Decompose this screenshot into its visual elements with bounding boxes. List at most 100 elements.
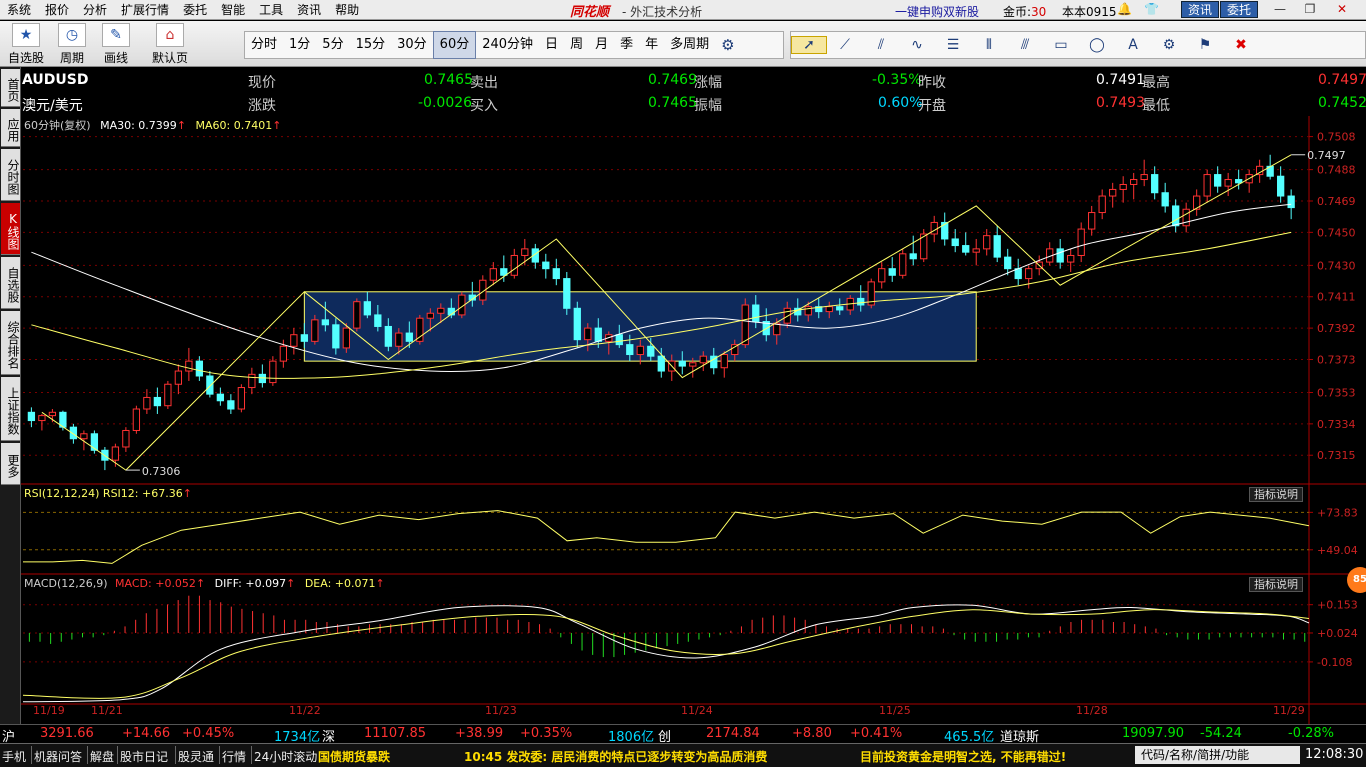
- candle-body: [1172, 205, 1180, 227]
- period-7[interactable]: 日: [539, 32, 564, 58]
- fib-icon[interactable]: ☰: [935, 37, 971, 53]
- candle-body: [321, 319, 329, 326]
- dj-value: 19097.90: [1122, 726, 1185, 741]
- news-button[interactable]: 资讯: [1181, 1, 1220, 18]
- delete-icon[interactable]: ✖: [1223, 37, 1259, 53]
- period-2[interactable]: 5分: [316, 32, 349, 58]
- headline-3[interactable]: 目前投资黄金是明智之选, 不能再错过!: [860, 748, 1066, 765]
- status-item-6[interactable]: 24小时滚动: [254, 748, 317, 765]
- trade-button[interactable]: 委托: [1220, 1, 1259, 18]
- candle-body: [227, 400, 235, 410]
- y-tick-label: 0.7508: [1317, 131, 1356, 144]
- close-icon[interactable]: ✕: [1330, 1, 1354, 18]
- menu-item-2[interactable]: 分析: [76, 1, 114, 18]
- ellipse-icon[interactable]: ◯: [1079, 37, 1115, 53]
- status-item-1[interactable]: 机器问答: [34, 748, 82, 765]
- bars-icon[interactable]: ⦀: [971, 37, 1007, 53]
- app-title: - 外汇技术分析: [622, 5, 703, 19]
- draw-tool[interactable]: ✎ 画线: [102, 23, 130, 66]
- menu-item-3[interactable]: 扩展行情: [114, 1, 176, 18]
- menu-item-5[interactable]: 智能: [214, 1, 252, 18]
- period-4[interactable]: 30分: [391, 32, 433, 58]
- period-9[interactable]: 月: [589, 32, 614, 58]
- status-item-0[interactable]: 手机: [2, 748, 26, 765]
- period-8[interactable]: 周: [564, 32, 589, 58]
- value-prev-close: 0.7491: [1096, 72, 1145, 88]
- period-6[interactable]: 240分钟: [476, 32, 539, 58]
- sidetab-6[interactable]: 上证指数: [1, 377, 20, 441]
- marker-icon[interactable]: ⚑: [1187, 37, 1223, 53]
- value-change-pct: -0.35%: [872, 72, 922, 88]
- status-item-5[interactable]: 行情: [222, 748, 246, 765]
- macd-explain-button[interactable]: 指标说明: [1249, 577, 1303, 592]
- wave-icon[interactable]: ∿: [899, 37, 935, 53]
- candle-body: [836, 306, 844, 311]
- y-tick-label: 0.7353: [1317, 387, 1356, 400]
- sidetab-3[interactable]: K线图: [1, 203, 20, 255]
- candle-body: [552, 268, 560, 280]
- menu-item-6[interactable]: 工具: [252, 1, 290, 18]
- period-1[interactable]: 1分: [283, 32, 316, 58]
- period-0[interactable]: 分时: [245, 32, 283, 58]
- default-page-tool[interactable]: ⌂ 默认页: [152, 23, 188, 66]
- bell-icon[interactable]: 🔔: [1117, 2, 1132, 16]
- headline-1[interactable]: 国债期货暴跌: [318, 748, 390, 765]
- period-10[interactable]: 季: [614, 32, 639, 58]
- toolbar: ★ 自选股 ◷ 周期 ✎ 画线 ⌂ 默认页 分时 1分 5分 15分 30分 60分 240…: [0, 21, 1366, 67]
- rsi-explain-button[interactable]: 指标说明: [1249, 487, 1303, 502]
- menu-item-8[interactable]: 帮助: [328, 1, 366, 18]
- sidetab-1[interactable]: 应用: [1, 109, 20, 147]
- sidetab-0[interactable]: 首页: [1, 69, 20, 107]
- sidetab-7[interactable]: 更多: [1, 443, 20, 485]
- sidetab-5[interactable]: 综合排名: [1, 311, 20, 375]
- arrow-icon[interactable]: ➚: [791, 36, 827, 54]
- sidetab-4[interactable]: 自选股: [1, 257, 20, 309]
- settings-icon[interactable]: ⚙: [1151, 37, 1187, 53]
- search-input[interactable]: 代码/名称/简拼/功能: [1135, 746, 1300, 764]
- sidetab-2[interactable]: 分时图: [1, 149, 20, 201]
- floating-badge[interactable]: 85: [1347, 567, 1366, 593]
- menu-item-0[interactable]: 系统: [0, 1, 38, 18]
- status-item-2[interactable]: 解盘: [90, 748, 114, 765]
- menu-item-4[interactable]: 委托: [176, 1, 214, 18]
- period-5[interactable]: 60分: [432, 31, 477, 59]
- candle-body: [1014, 268, 1022, 280]
- period-settings-icon[interactable]: ⚙: [715, 32, 740, 58]
- status-item-3[interactable]: 股市日记: [120, 748, 168, 765]
- candle-body: [899, 253, 907, 276]
- value-high: 0.7497: [1318, 72, 1366, 88]
- candle-body: [636, 345, 644, 356]
- candle-body: [1119, 183, 1127, 190]
- status-bar: 国债期货暴跌 10:45 发改委: 居民消费的特点已逐步转变为高品质消费 目前投…: [0, 743, 1366, 767]
- sz-pct: +0.35%: [520, 726, 573, 741]
- account-name[interactable]: 本本0915: [1062, 3, 1117, 20]
- menu-item-7[interactable]: 资讯: [290, 1, 328, 18]
- kline-chart[interactable]: 0.7508 0.7488 0.7469 0.7450 0.7430 0.7411 0.73…: [21, 116, 1366, 724]
- minimize-icon[interactable]: —: [1268, 1, 1292, 18]
- candle-body: [1109, 188, 1117, 197]
- parallel-icon[interactable]: ⫽: [863, 37, 899, 53]
- ma30-arrow-icon: ↑: [176, 119, 187, 132]
- x-tick-label: 11/22: [289, 704, 321, 717]
- channel-icon[interactable]: ⫻: [1007, 37, 1043, 53]
- period-3[interactable]: 15分: [350, 32, 392, 58]
- symbol-name: 澳元/美元: [22, 98, 83, 114]
- shirt-icon[interactable]: 👕: [1144, 2, 1159, 16]
- menu-item-1[interactable]: 报价: [38, 1, 76, 18]
- period-11[interactable]: 年: [639, 32, 664, 58]
- period-tool[interactable]: ◷ 周期: [58, 23, 86, 66]
- text-icon[interactable]: A: [1115, 37, 1151, 53]
- value-ask: 0.7469: [648, 72, 697, 88]
- rect-icon[interactable]: ▭: [1043, 37, 1079, 53]
- watchlist-tool[interactable]: ★ 自选股: [8, 23, 44, 66]
- segment-icon[interactable]: ⟋: [827, 37, 863, 53]
- status-item-4[interactable]: 股灵通: [178, 748, 214, 765]
- promo-link[interactable]: 一键申购双新股: [895, 3, 979, 20]
- label-open: 开盘: [918, 98, 946, 114]
- maximize-icon[interactable]: ❐: [1298, 1, 1322, 18]
- chart-area[interactable]: 0.7508 0.7488 0.7469 0.7450 0.7430 0.7411 0.73…: [21, 116, 1366, 744]
- candle-body: [206, 375, 214, 395]
- cy-value: 2174.84: [706, 726, 760, 741]
- period-12[interactable]: 多周期: [664, 32, 715, 58]
- headline-2[interactable]: 10:45 发改委: 居民消费的特点已逐步转变为高品质消费: [464, 748, 767, 765]
